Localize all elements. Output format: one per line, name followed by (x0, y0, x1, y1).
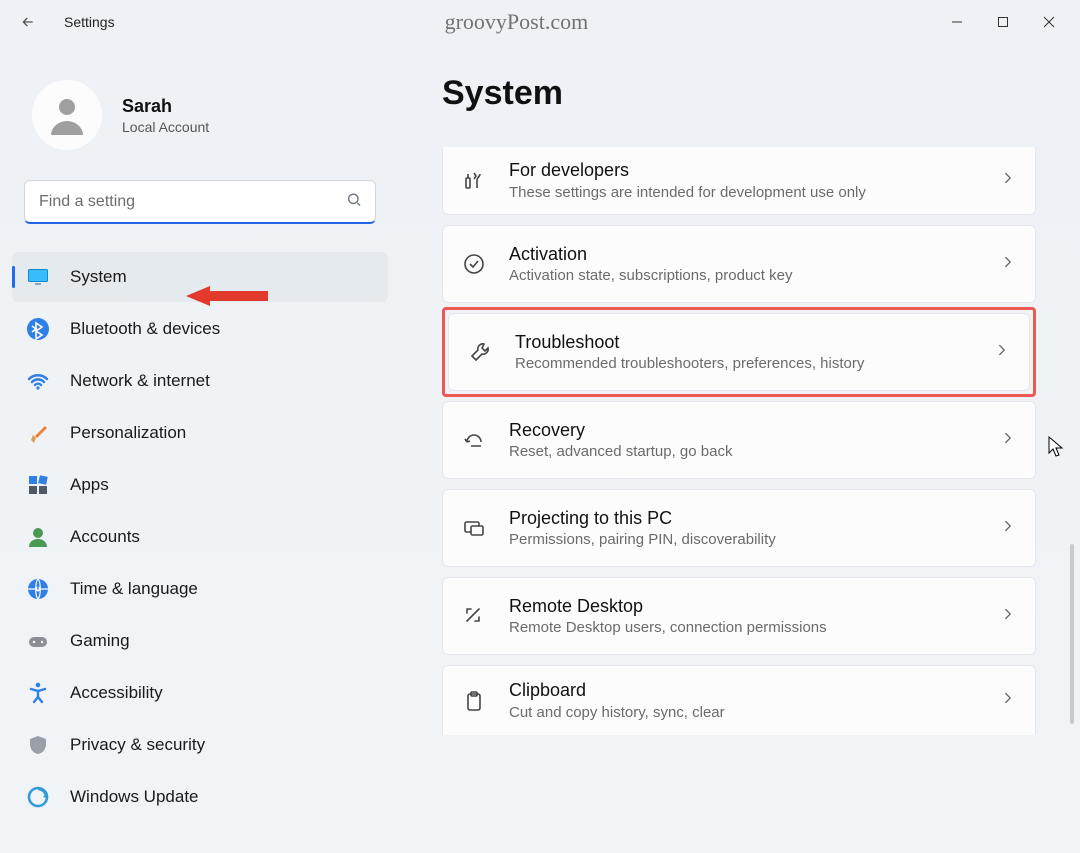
avatar (32, 80, 102, 150)
sidebar-item-label: Personalization (70, 423, 186, 443)
card-subtitle: Permissions, pairing PIN, discoverabilit… (509, 531, 999, 548)
profile-block[interactable]: Sarah Local Account (12, 74, 388, 180)
sidebar-item-label: Time & language (70, 579, 198, 599)
sidebar-item-bluetooth-devices[interactable]: Bluetooth & devices (12, 304, 388, 354)
brush-icon (24, 419, 52, 447)
card-title: Projecting to this PC (509, 508, 999, 530)
sidebar-item-label: Privacy & security (70, 735, 205, 755)
display-icon (24, 263, 52, 291)
sidebar-item-gaming[interactable]: Gaming (12, 616, 388, 666)
card-subtitle: These settings are intended for developm… (509, 184, 999, 201)
sidebar: Sarah Local Account System Bluetooth & de… (0, 44, 400, 853)
settings-card-activation[interactable]: ActivationActivation state, subscription… (442, 225, 1036, 303)
minimize-button[interactable] (934, 5, 980, 39)
remote-icon (461, 603, 487, 629)
highlight-annotation: TroubleshootRecommended troubleshooters,… (442, 307, 1036, 397)
wifi-icon (24, 367, 52, 395)
profile-name: Sarah (122, 96, 209, 117)
scrollbar[interactable] (1070, 544, 1074, 724)
titlebar: Settings groovyPost.com (0, 0, 1080, 44)
sidebar-item-label: Apps (70, 475, 109, 495)
watermark: groovyPost.com (445, 9, 589, 35)
update-icon (24, 783, 52, 811)
nav-list: System Bluetooth & devices Network & inter… (12, 252, 388, 822)
sidebar-item-accounts[interactable]: Accounts (12, 512, 388, 562)
card-title: For developers (509, 160, 999, 182)
sidebar-item-network-internet[interactable]: Network & internet (12, 356, 388, 406)
cards-list: For developers These settings are intende… (442, 147, 1070, 735)
sidebar-item-system[interactable]: System (12, 252, 388, 302)
back-button[interactable] (14, 8, 42, 36)
projecting-icon (461, 515, 487, 541)
card-title: Activation (509, 244, 999, 266)
settings-card-remote-desktop[interactable]: Remote DesktopRemote Desktop users, conn… (442, 577, 1036, 655)
troubleshoot-icon (467, 339, 493, 365)
chevron-right-icon (993, 341, 1011, 364)
sidebar-item-label: Gaming (70, 631, 130, 651)
sidebar-item-label: Accessibility (70, 683, 163, 703)
search-box (24, 180, 376, 224)
chevron-right-icon (999, 689, 1017, 712)
profile-sub: Local Account (122, 119, 209, 135)
recovery-icon (461, 427, 487, 453)
bluetooth-icon (24, 315, 52, 343)
chevron-right-icon (999, 169, 1017, 192)
card-title: Clipboard (509, 680, 999, 702)
card-subtitle: Remote Desktop users, connection permiss… (509, 619, 999, 636)
account-icon (24, 523, 52, 551)
globe-icon (24, 575, 52, 603)
chevron-right-icon (999, 429, 1017, 452)
settings-card-projecting-to-this-pc[interactable]: Projecting to this PCPermissions, pairin… (442, 489, 1036, 567)
settings-card-for-developers[interactable]: For developers These settings are intende… (442, 147, 1036, 215)
close-button[interactable] (1026, 5, 1072, 39)
card-subtitle: Activation state, subscriptions, product… (509, 267, 999, 284)
chevron-right-icon (999, 253, 1017, 276)
sidebar-item-label: Network & internet (70, 371, 210, 391)
sidebar-item-personalization[interactable]: Personalization (12, 408, 388, 458)
settings-card-clipboard[interactable]: Clipboard Cut and copy history, sync, cle… (442, 665, 1036, 735)
sidebar-item-time-language[interactable]: Time & language (12, 564, 388, 614)
apps-icon (24, 471, 52, 499)
search-icon (346, 192, 362, 213)
card-title: Troubleshoot (515, 332, 993, 354)
developer-icon (461, 168, 487, 194)
sidebar-item-accessibility[interactable]: Accessibility (12, 668, 388, 718)
card-subtitle: Cut and copy history, sync, clear (509, 704, 999, 721)
chevron-right-icon (999, 605, 1017, 628)
accessibility-icon (24, 679, 52, 707)
card-subtitle: Reset, advanced startup, go back (509, 443, 999, 460)
chevron-right-icon (999, 517, 1017, 540)
activation-icon (461, 251, 487, 277)
card-title: Recovery (509, 420, 999, 442)
window-title: Settings (64, 14, 115, 30)
card-subtitle: Recommended troubleshooters, preferences… (515, 355, 993, 372)
sidebar-item-label: Accounts (70, 527, 140, 547)
search-input[interactable] (24, 180, 376, 224)
gamepad-icon (24, 627, 52, 655)
sidebar-item-privacy-security[interactable]: Privacy & security (12, 720, 388, 770)
page-title: System (442, 74, 1070, 113)
maximize-button[interactable] (980, 5, 1026, 39)
sidebar-item-label: Bluetooth & devices (70, 319, 220, 339)
sidebar-item-apps[interactable]: Apps (12, 460, 388, 510)
sidebar-item-windows-update[interactable]: Windows Update (12, 772, 388, 822)
sidebar-item-label: Windows Update (70, 787, 199, 807)
clipboard-icon (461, 688, 487, 714)
sidebar-item-label: System (70, 267, 127, 287)
settings-card-troubleshoot[interactable]: TroubleshootRecommended troubleshooters,… (448, 313, 1030, 391)
main-panel: System For developers These settings are … (400, 44, 1080, 853)
settings-card-recovery[interactable]: RecoveryReset, advanced startup, go back (442, 401, 1036, 479)
card-title: Remote Desktop (509, 596, 999, 618)
shield-icon (24, 731, 52, 759)
